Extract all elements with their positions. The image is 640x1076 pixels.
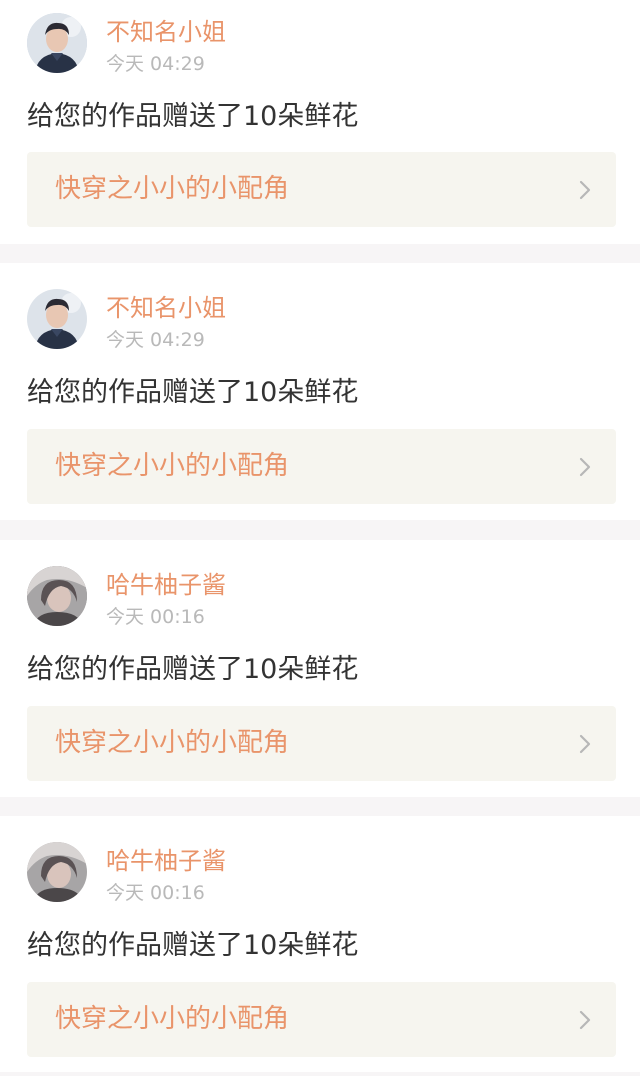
- username[interactable]: 不知名小姐: [106, 17, 226, 47]
- gift-message: 给您的作品赠送了10朵鲜花: [27, 930, 359, 961]
- gift-message: 给您的作品赠送了10朵鲜花: [27, 101, 359, 132]
- avatar[interactable]: [27, 566, 87, 626]
- chevron-right-icon: [578, 179, 592, 201]
- work-title: 快穿之小小的小配角: [55, 451, 290, 481]
- notification-card: 哈牛柚子酱 今天 00:16 给您的作品赠送了10朵鲜花 快穿之小小的小配角: [0, 540, 640, 797]
- avatar[interactable]: [27, 842, 87, 902]
- work-title: 快穿之小小的小配角: [55, 1004, 290, 1034]
- username[interactable]: 哈牛柚子酱: [106, 846, 226, 876]
- work-title: 快穿之小小的小配角: [55, 174, 290, 204]
- notification-card: 哈牛柚子酱 今天 00:16 给您的作品赠送了10朵鲜花 快穿之小小的小配角: [0, 816, 640, 1072]
- chevron-right-icon: [578, 1009, 592, 1031]
- notification-feed: 不知名小姐 今天 04:29 给您的作品赠送了10朵鲜花 快穿之小小的小配角 不…: [0, 0, 640, 1076]
- username[interactable]: 哈牛柚子酱: [106, 570, 226, 600]
- work-link[interactable]: 快穿之小小的小配角: [27, 706, 616, 781]
- work-link[interactable]: 快穿之小小的小配角: [27, 429, 616, 504]
- gift-message: 给您的作品赠送了10朵鲜花: [27, 377, 359, 408]
- work-link[interactable]: 快穿之小小的小配角: [27, 982, 616, 1057]
- chevron-right-icon: [578, 456, 592, 478]
- avatar[interactable]: [27, 13, 87, 73]
- work-link[interactable]: 快穿之小小的小配角: [27, 152, 616, 227]
- username[interactable]: 不知名小姐: [106, 293, 226, 323]
- work-title: 快穿之小小的小配角: [55, 728, 290, 758]
- chevron-right-icon: [578, 733, 592, 755]
- timestamp: 今天 04:29: [106, 329, 205, 351]
- timestamp: 今天 04:29: [106, 53, 205, 75]
- timestamp: 今天 00:16: [106, 882, 205, 904]
- notification-card: 不知名小姐 今天 04:29 给您的作品赠送了10朵鲜花 快穿之小小的小配角: [0, 0, 640, 244]
- avatar[interactable]: [27, 289, 87, 349]
- gift-message: 给您的作品赠送了10朵鲜花: [27, 654, 359, 685]
- timestamp: 今天 00:16: [106, 606, 205, 628]
- notification-card: 不知名小姐 今天 04:29 给您的作品赠送了10朵鲜花 快穿之小小的小配角: [0, 263, 640, 520]
